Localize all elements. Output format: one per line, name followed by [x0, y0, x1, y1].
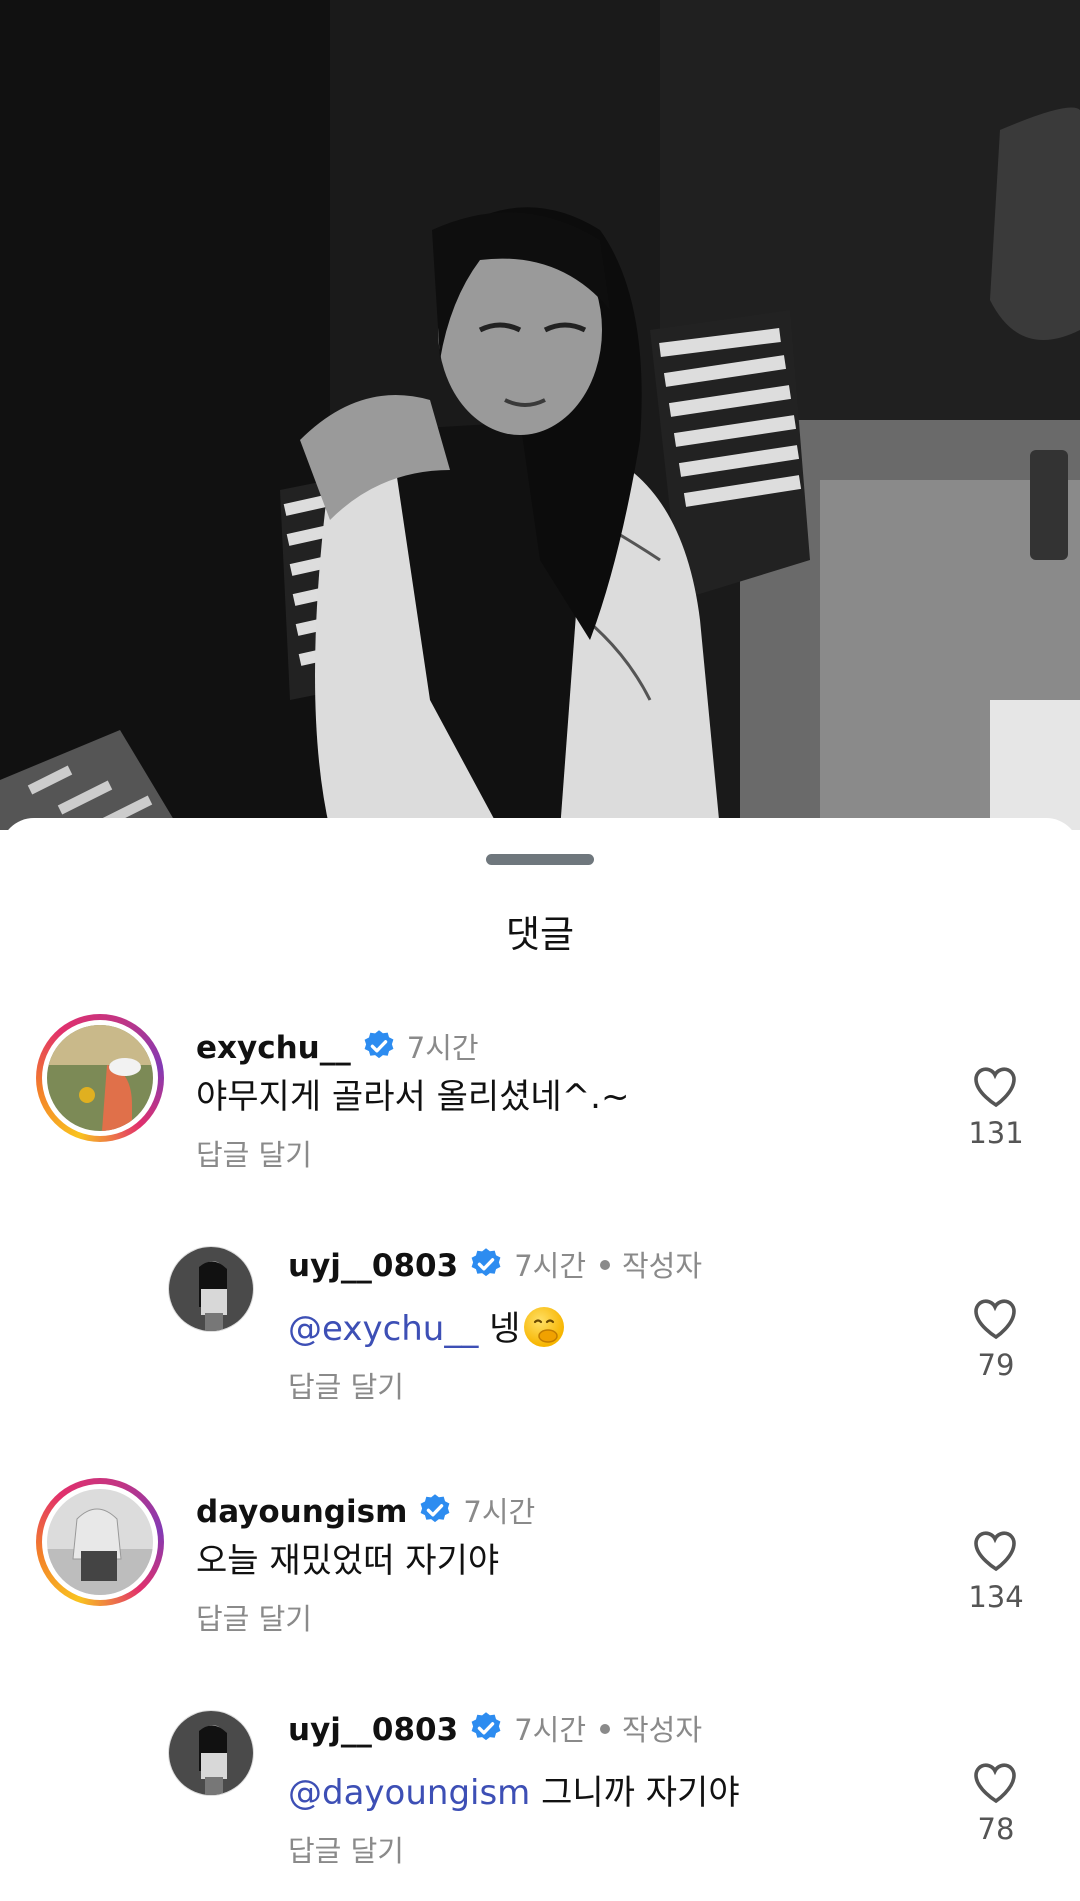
post-photo[interactable] [0, 0, 1080, 830]
mention-link[interactable]: @dayoungism [288, 1773, 530, 1813]
comments-sheet: 댓글 exychu__ 7시간 야무지게 골라서 올리셨네^.~ 답글 달기 13… [0, 818, 1080, 1901]
heart-outline-icon [974, 1067, 1016, 1108]
comment-text: 오늘 재밌었떠 자기야 [196, 1541, 500, 1581]
heart-outline-icon [974, 1531, 1016, 1572]
verified-badge-icon [417, 1492, 453, 1538]
verified-badge-icon [468, 1710, 504, 1756]
comment-text: 야무지게 골라서 올리셨네^.~ [196, 1077, 630, 1117]
avatar[interactable] [168, 1710, 254, 1796]
comment-text: @exychu__ 넹 [288, 1306, 565, 1352]
author-badge: 작성자 [622, 1249, 703, 1283]
like-button[interactable]: 78 [956, 1760, 1036, 1846]
comment-item: dayoungism 7시간 오늘 재밌었떠 자기야 답글 달기 134 [0, 1478, 1080, 1668]
username[interactable]: uyj__0803 [288, 1712, 458, 1748]
reply-button[interactable]: 답글 달기 [196, 1132, 312, 1174]
comment-item: exychu__ 7시간 야무지게 골라서 올리셨네^.~ 답글 달기 131 [0, 1014, 1080, 1204]
username[interactable]: uyj__0803 [288, 1248, 458, 1284]
comment-body: 넹 [478, 1309, 521, 1349]
username[interactable]: dayoungism [196, 1494, 407, 1530]
comment-item: uyj__0803 7시간 작성자 @exychu__ 넹 답글 달기 79 [0, 1246, 1080, 1436]
comment-time: 7시간 [514, 1249, 586, 1283]
like-count: 79 [977, 1348, 1015, 1382]
reply-button[interactable]: 답글 달기 [288, 1828, 404, 1870]
avatar[interactable] [36, 1014, 164, 1142]
like-count: 134 [968, 1580, 1024, 1614]
heart-outline-icon [974, 1299, 1016, 1340]
avatar[interactable] [36, 1478, 164, 1606]
separator-dot [600, 1724, 610, 1734]
mention-link[interactable]: @exychu__ [288, 1309, 478, 1349]
comment-time: 7시간 [406, 1031, 479, 1065]
comment-time: 7시간 [463, 1495, 536, 1529]
like-button[interactable]: 79 [956, 1296, 1036, 1382]
reply-button[interactable]: 답글 달기 [196, 1596, 312, 1638]
comment-time: 7시간 [514, 1713, 586, 1747]
comment-body: 그니까 자기야 [530, 1773, 740, 1813]
username[interactable]: exychu__ [196, 1030, 351, 1066]
comment-item: uyj__0803 7시간 작성자 @dayoungism 그니까 자기야 답글 달… [0, 1710, 1080, 1900]
like-count: 78 [977, 1812, 1015, 1846]
avatar[interactable] [168, 1246, 254, 1332]
face-with-hand-over-mouth-icon [524, 1307, 565, 1347]
like-button[interactable]: 134 [956, 1528, 1036, 1614]
drag-handle[interactable] [486, 854, 594, 865]
heart-outline-icon [974, 1763, 1016, 1804]
sheet-title: 댓글 [505, 913, 575, 956]
like-count: 131 [968, 1116, 1024, 1150]
author-badge: 작성자 [622, 1713, 703, 1747]
separator-dot [600, 1260, 610, 1270]
verified-badge-icon [361, 1028, 397, 1074]
reply-button[interactable]: 답글 달기 [288, 1364, 404, 1406]
like-button[interactable]: 131 [956, 1064, 1036, 1150]
verified-badge-icon [468, 1246, 504, 1292]
comment-text: @dayoungism 그니까 자기야 [288, 1770, 740, 1816]
photo-illustration [0, 0, 1080, 830]
